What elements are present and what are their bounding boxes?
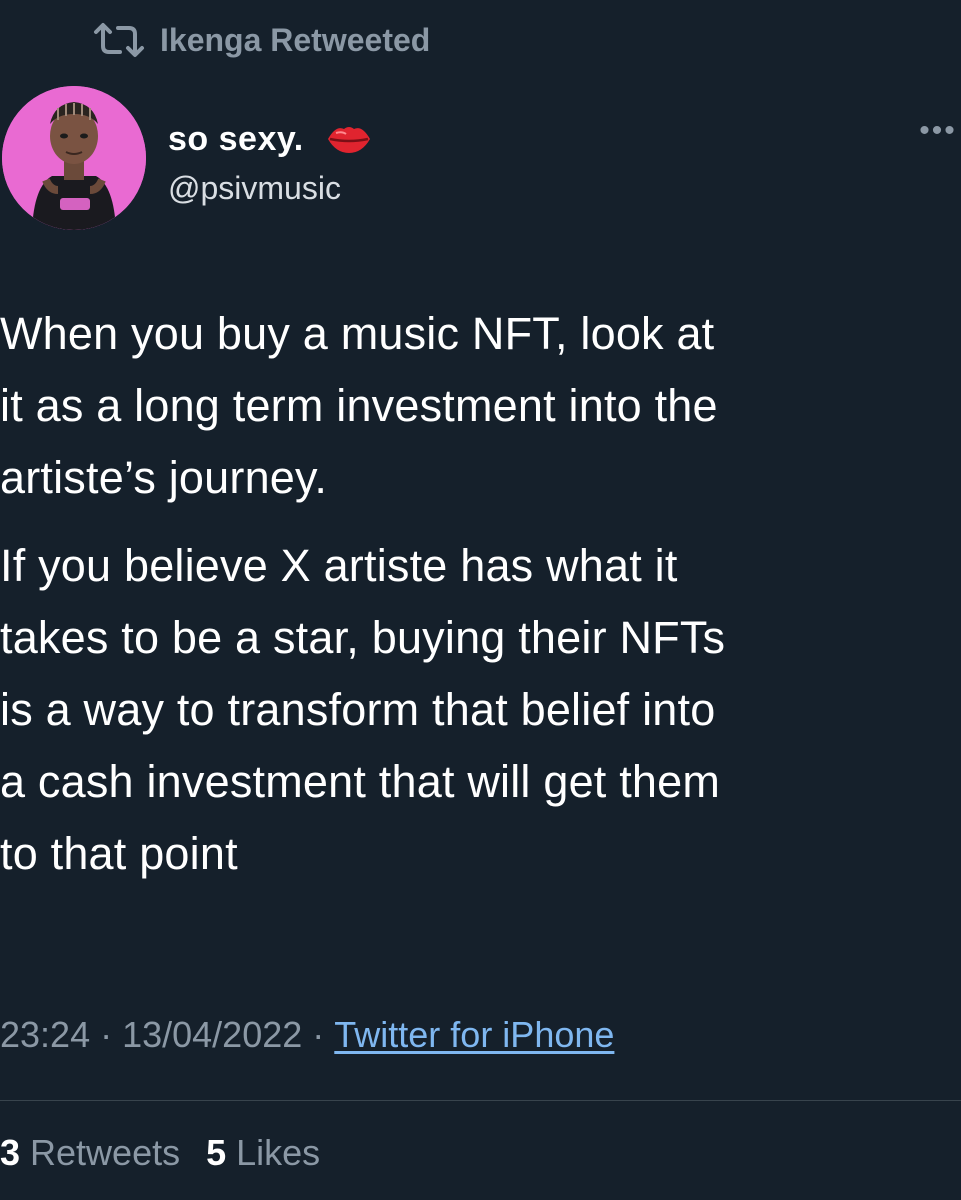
meta-separator: · xyxy=(312,1014,325,1055)
retweets-count: 3 xyxy=(0,1132,21,1173)
retweet-header[interactable]: Ikenga Retweeted xyxy=(92,18,430,62)
retweets-stat[interactable]: 3 Retweets xyxy=(0,1132,180,1174)
more-options-icon: ••• xyxy=(919,114,957,147)
more-options-button[interactable]: ••• xyxy=(915,114,961,147)
display-name[interactable]: so sexy. xyxy=(168,120,304,159)
divider xyxy=(0,1100,961,1101)
tweet-source-link[interactable]: Twitter for iPhone xyxy=(334,1014,614,1056)
avatar[interactable] xyxy=(2,86,146,230)
engagement-stats: 3 Retweets 5 Likes xyxy=(0,1132,346,1174)
tweet-date[interactable]: 13/04/2022 xyxy=(122,1014,302,1056)
meta-separator: · xyxy=(100,1014,113,1055)
lips-icon xyxy=(326,121,372,157)
tweet-time[interactable]: 23:24 xyxy=(0,1014,90,1056)
tweet-paragraph: When you buy a music NFT, look at it as … xyxy=(0,308,718,503)
likes-count: 5 xyxy=(206,1132,227,1173)
tweet-text: When you buy a music NFT, look at it as … xyxy=(0,298,961,890)
display-name-row: so sexy. xyxy=(168,118,372,160)
retweets-label: Retweets xyxy=(30,1132,181,1173)
tweet-meta: 23:24 · 13/04/2022 · Twitter for iPhone xyxy=(0,1014,614,1056)
tweet-paragraph: If you believe X artiste has what it tak… xyxy=(0,540,726,879)
retweet-icon xyxy=(92,20,146,60)
likes-label: Likes xyxy=(236,1132,321,1173)
user-handle[interactable]: @psivmusic xyxy=(168,170,372,207)
likes-stat[interactable]: 5 Likes xyxy=(206,1132,320,1174)
retweeted-by-label: Ikenga Retweeted xyxy=(160,21,431,58)
author-info[interactable]: so sexy. @psivmusic xyxy=(168,118,372,207)
